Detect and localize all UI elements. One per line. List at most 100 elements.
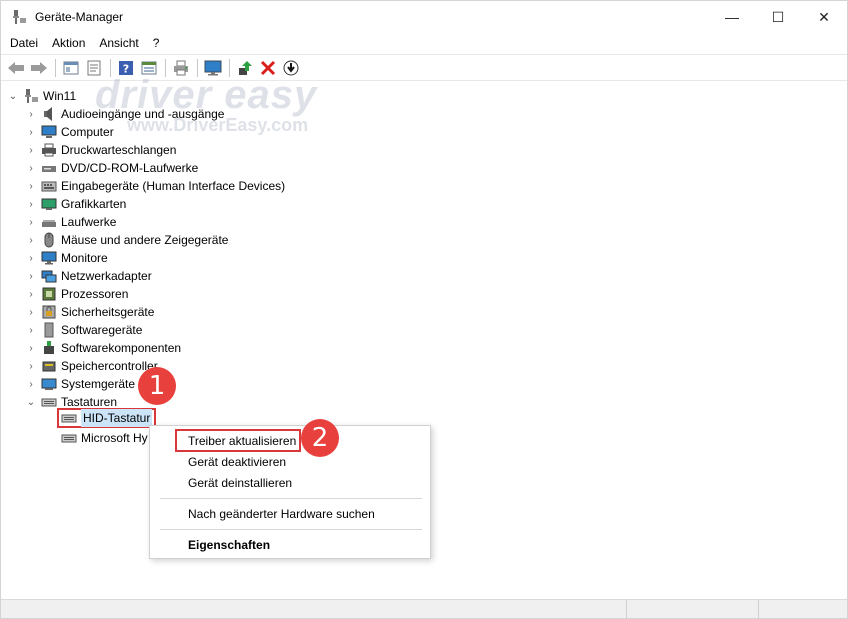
tree-category[interactable]: › Eingabegeräte (Human Interface Devices… <box>25 177 285 195</box>
toolbar-separator <box>229 58 230 77</box>
menu-update-driver[interactable]: Treiber aktualisieren <box>158 431 296 451</box>
system-device-icon <box>41 376 57 392</box>
tree-category[interactable]: › Grafikkarten <box>25 195 126 213</box>
chevron-right-icon[interactable]: › <box>25 252 37 264</box>
update-driver-icon <box>239 60 252 75</box>
chevron-right-icon[interactable]: › <box>25 108 37 120</box>
forward-button[interactable] <box>28 57 50 79</box>
back-arrow-icon <box>8 61 24 74</box>
chevron-right-icon[interactable]: › <box>25 144 37 156</box>
properties-button[interactable] <box>60 57 82 79</box>
tree-category[interactable]: › Sicherheitsgeräte <box>25 303 154 321</box>
monitor-icon <box>204 60 222 75</box>
menu-datei[interactable]: Datei <box>1 33 45 53</box>
category-label: Prozessoren <box>61 287 129 301</box>
driver-details-button[interactable] <box>83 57 105 79</box>
menu-uninstall-device[interactable]: Gerät deinstallieren <box>158 473 292 493</box>
chevron-right-icon[interactable]: › <box>25 162 37 174</box>
chevron-right-icon[interactable]: › <box>25 270 37 282</box>
chevron-right-icon[interactable]: › <box>25 216 37 228</box>
minimize-icon: — <box>725 9 739 25</box>
device-hid-keyboard[interactable]: HID-Tastatur <box>57 408 157 428</box>
tree-category[interactable]: › Systemgeräte <box>25 375 135 393</box>
chevron-right-icon[interactable]: › <box>25 360 37 372</box>
menu-properties[interactable]: Eigenschaften <box>158 535 270 555</box>
chevron-right-icon[interactable]: › <box>25 180 37 192</box>
category-label: Softwaregeräte <box>61 323 143 337</box>
svg-text:?: ? <box>123 62 129 75</box>
hid-icon <box>41 178 57 194</box>
tree-category[interactable]: › DVD/CD-ROM-Laufwerke <box>25 159 198 177</box>
update-driver-button[interactable] <box>234 57 256 79</box>
back-button[interactable] <box>5 57 27 79</box>
display-adapter-icon <box>41 196 57 212</box>
print-icon <box>174 60 188 75</box>
menu-bar: Datei Aktion Ansicht ? <box>1 33 847 53</box>
help-button[interactable]: ? <box>115 57 137 79</box>
forward-arrow-icon <box>31 61 47 74</box>
category-label: Computer <box>61 125 114 139</box>
step-badge-1: 1 <box>138 367 176 405</box>
keyboard-icon <box>61 430 77 446</box>
category-label: Grafikkarten <box>61 197 127 211</box>
selected-device-highlight[interactable]: HID-Tastatur <box>57 408 157 428</box>
chevron-right-icon[interactable]: › <box>25 288 37 300</box>
device-microsoft-keyboard[interactable]: Microsoft Hy <box>61 429 148 447</box>
category-label: Mäuse und andere Zeigegeräte <box>61 233 229 247</box>
category-label: Druckwarteschlangen <box>61 143 177 157</box>
chevron-right-icon[interactable]: › <box>25 126 37 138</box>
tree-category[interactable]: › Druckwarteschlangen <box>25 141 176 159</box>
minimize-button[interactable]: — <box>709 1 755 33</box>
tree-category[interactable]: › Monitore <box>25 249 107 267</box>
menu-separator <box>160 529 422 530</box>
disk-drive-icon <box>41 214 57 230</box>
chevron-right-icon[interactable]: › <box>25 342 37 354</box>
chevron-down-icon[interactable]: ⌄ <box>25 396 37 408</box>
tree-category[interactable]: › Computer <box>25 123 114 141</box>
network-adapter-icon <box>41 268 57 284</box>
tree-category[interactable]: › Prozessoren <box>25 285 128 303</box>
view-button[interactable] <box>138 57 160 79</box>
status-segment <box>627 600 759 619</box>
maximize-icon: ☐ <box>771 8 785 25</box>
menu-help[interactable]: ? <box>146 33 167 53</box>
processor-icon <box>41 286 57 302</box>
tree-category[interactable]: › Mäuse und andere Zeigegeräte <box>25 231 228 249</box>
menu-scan-hardware[interactable]: Nach geänderter Hardware suchen <box>158 504 375 524</box>
tree-category[interactable]: › Softwarekomponenten <box>25 339 181 357</box>
view-icon <box>141 61 157 74</box>
software-device-icon <box>41 322 57 338</box>
help-icon: ? <box>119 60 133 75</box>
speaker-icon <box>41 106 57 122</box>
tree-category[interactable]: › Netzwerkadapter <box>25 267 151 285</box>
tree-category[interactable]: › Softwaregeräte <box>25 321 142 339</box>
chevron-right-icon[interactable]: › <box>25 378 37 390</box>
security-device-icon <box>41 304 57 320</box>
menu-disable-device[interactable]: Gerät deaktivieren <box>158 452 286 472</box>
chevron-right-icon[interactable]: › <box>25 234 37 246</box>
chevron-right-icon[interactable]: › <box>25 306 37 318</box>
keyboard-icon <box>41 394 57 410</box>
menu-aktion[interactable]: Aktion <box>45 33 92 53</box>
menu-ansicht[interactable]: Ansicht <box>92 33 145 53</box>
category-label: Eingabegeräte (Human Interface Devices) <box>61 179 286 193</box>
computer-root-icon <box>23 88 39 104</box>
uninstall-button[interactable] <box>257 57 279 79</box>
category-label: Softwarekomponenten <box>61 341 182 355</box>
tree-category[interactable]: › Laufwerke <box>25 213 116 231</box>
chevron-right-icon[interactable]: › <box>25 198 37 210</box>
category-label: DVD/CD-ROM-Laufwerke <box>61 161 199 175</box>
driver-details-icon <box>87 60 101 75</box>
tree-category[interactable]: › Audioeingänge und -ausgänge <box>25 105 224 123</box>
download-button[interactable] <box>280 57 302 79</box>
tree-root[interactable]: ⌄ Win11 <box>7 87 76 105</box>
print-button[interactable] <box>170 57 192 79</box>
toolbar-separator <box>55 58 56 77</box>
scan-hardware-button[interactable] <box>202 57 224 79</box>
tree-root-label: Win11 <box>43 89 77 103</box>
tree-category[interactable]: › Speichercontroller <box>25 357 157 375</box>
chevron-down-icon[interactable]: ⌄ <box>7 90 19 102</box>
maximize-button[interactable]: ☐ <box>755 1 801 33</box>
chevron-right-icon[interactable]: › <box>25 324 37 336</box>
close-button[interactable]: ✕ <box>801 1 847 33</box>
